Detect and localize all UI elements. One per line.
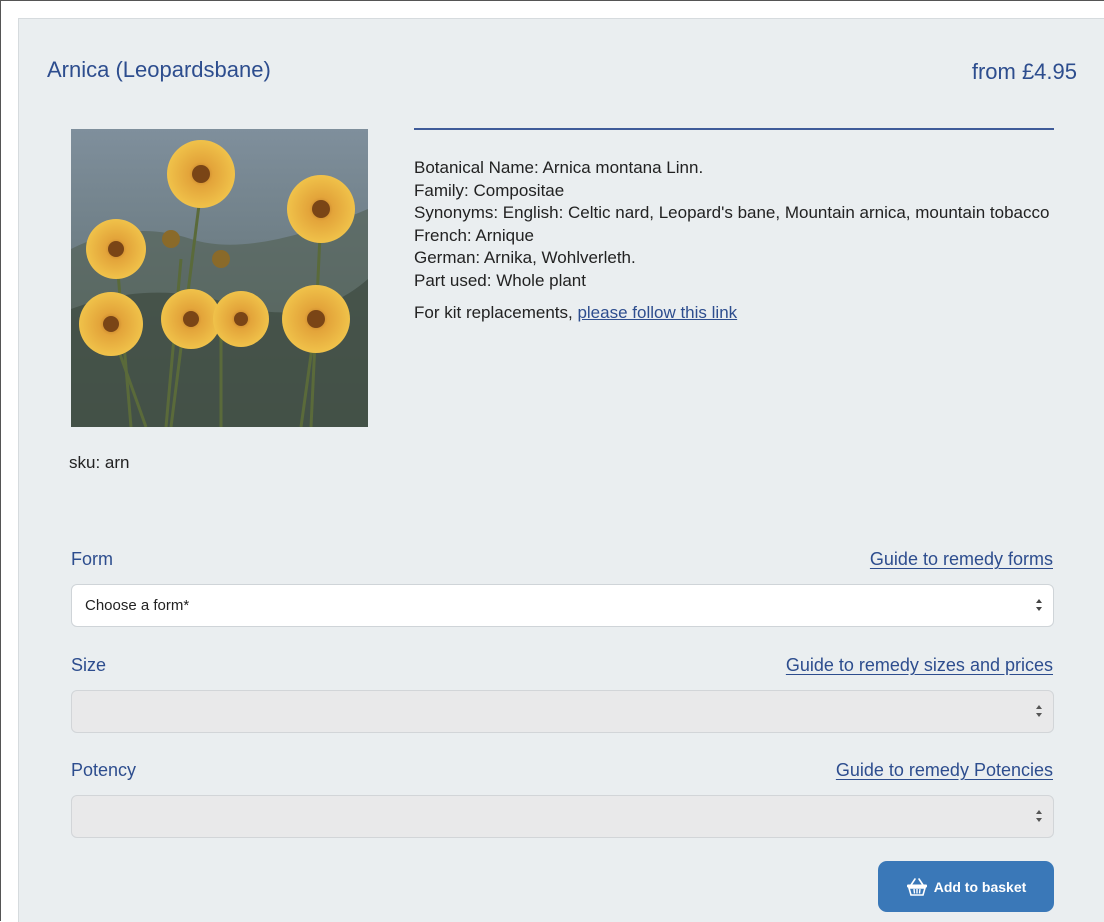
product-price: from £4.95 (971, 59, 1077, 84)
details-divider (414, 128, 1054, 130)
potency-label: Potency (71, 760, 137, 780)
form-select[interactable]: Choose a form* (71, 584, 1054, 627)
product-details: Botanical Name: Arnica montana Linn. Fam… (414, 157, 1064, 325)
flower-photo-icon (71, 129, 368, 427)
product-image (71, 129, 368, 427)
add-to-basket-label: Add to basket (933, 878, 1027, 895)
detail-part-used: Part used: Whole plant (414, 270, 586, 290)
select-arrows-icon (1036, 599, 1042, 611)
detail-botanical-name: Botanical Name: Arnica montana Linn. (414, 158, 704, 177)
guide-forms-link[interactable]: Guide to remedy forms (870, 549, 1053, 570)
guide-potencies-link[interactable]: Guide to remedy Potencies (836, 760, 1053, 781)
product-panel: Arnica (Leopardsbane) from £4.95 sku: ar… (18, 18, 1104, 922)
basket-icon (906, 877, 927, 896)
detail-german: German: Arnika, Wohlverleth. (414, 248, 636, 267)
product-sku: sku: arn (69, 453, 130, 472)
size-label: Size (71, 655, 107, 675)
form-select-value: Choose a form* (85, 597, 190, 614)
product-title: Arnica (Leopardsbane) (47, 57, 271, 82)
potency-select[interactable] (71, 795, 1054, 838)
select-arrows-icon (1036, 810, 1042, 822)
kit-replacement-line: For kit replacements, please follow this… (414, 302, 1064, 325)
detail-synonyms: Synonyms: English: Celtic nard, Leopard'… (414, 203, 1050, 222)
add-to-basket-button[interactable]: Add to basket (878, 861, 1054, 912)
detail-french: French: Arnique (414, 225, 535, 245)
kit-replacement-link[interactable]: please follow this link (577, 303, 737, 322)
detail-family: Family: Compositae (414, 180, 565, 200)
guide-sizes-link[interactable]: Guide to remedy sizes and prices (786, 655, 1053, 676)
select-arrows-icon (1036, 705, 1042, 717)
form-label: Form (71, 549, 113, 569)
size-select[interactable] (71, 690, 1054, 733)
kit-replacement-prefix: For kit replacements, (414, 303, 578, 322)
page-frame: Arnica (Leopardsbane) from £4.95 sku: ar… (0, 0, 1104, 922)
